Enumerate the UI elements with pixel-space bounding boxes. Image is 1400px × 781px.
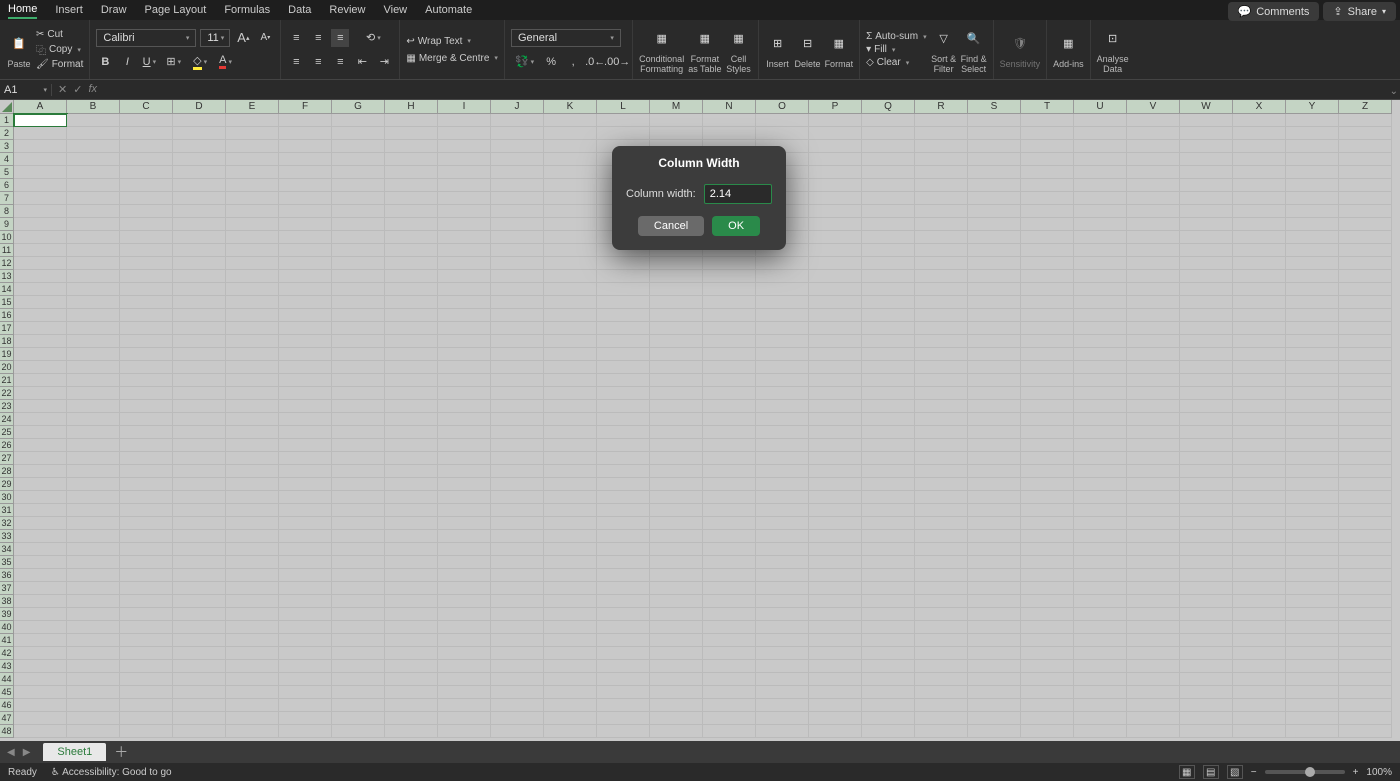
cancel-button[interactable]: Cancel bbox=[638, 216, 704, 236]
column-width-dialog: Column Width Column width: Cancel OK bbox=[612, 146, 786, 250]
ok-button[interactable]: OK bbox=[712, 216, 760, 236]
column-width-input[interactable] bbox=[704, 184, 772, 204]
dialog-backdrop: Column Width Column width: Cancel OK bbox=[0, 0, 1400, 781]
column-width-label: Column width: bbox=[626, 188, 696, 200]
dialog-title: Column Width bbox=[612, 146, 786, 178]
